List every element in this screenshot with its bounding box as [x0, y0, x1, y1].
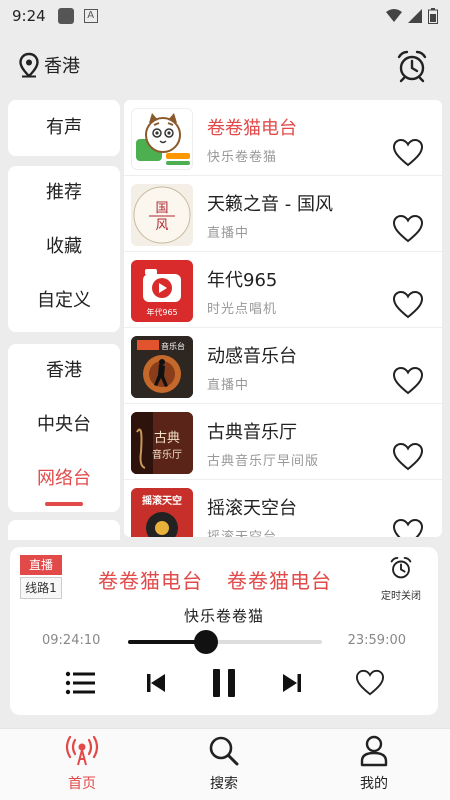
heart-icon [355, 669, 385, 696]
pause-icon [213, 669, 235, 697]
battery-icon [428, 8, 438, 24]
live-badge: 直播 [20, 555, 62, 575]
station-subtitle: 古典音乐厅早间版 [207, 454, 320, 469]
sidebar-item-network[interactable]: 网络台 [8, 452, 120, 506]
svg-text:古典: 古典 [154, 431, 180, 446]
skip-next-icon [283, 674, 301, 692]
sidebar-group-more [8, 520, 120, 540]
station-title: 古典音乐厅 [207, 422, 297, 443]
sleep-timer-label: 定时关闭 [381, 591, 421, 602]
station-thumbnail: 摇滚天空 [131, 488, 193, 537]
now-playing-subtitle: 快乐卷卷猫 [183, 607, 264, 625]
pause-button[interactable] [206, 665, 242, 701]
tab-profile[interactable]: 我的 [334, 735, 414, 793]
end-time: 23:59:00 [347, 633, 406, 648]
sleep-timer-button[interactable]: 定时关闭 [376, 555, 426, 602]
bottom-tab-bar: 首页 搜索 我的 [0, 728, 450, 800]
station-subtitle: 摇滚天空台 [207, 526, 277, 537]
next-button[interactable] [274, 665, 310, 701]
now-playing-title: 卷卷猫电台 卷卷猫电台 [98, 565, 356, 594]
svg-text:年代965: 年代965 [146, 307, 177, 317]
station-thumbnail: 国 风 [131, 184, 193, 246]
svg-text:音乐台: 音乐台 [161, 341, 185, 351]
status-time: 9:24 [12, 7, 46, 25]
station-subtitle: 直播中 [207, 378, 250, 393]
heart-icon[interactable] [392, 442, 424, 472]
now-playing-title-text: 卷卷猫电台 [98, 569, 203, 593]
previous-button[interactable] [138, 665, 174, 701]
station-row[interactable]: 国 风 天籁之音 - 国风 直播中 [124, 176, 442, 252]
heart-icon[interactable] [392, 214, 424, 244]
notification-icon [57, 8, 74, 24]
skip-previous-icon [147, 674, 165, 692]
favorite-button[interactable] [352, 665, 388, 701]
station-thumbnail: 音乐台 [131, 336, 193, 398]
station-title: 卷卷猫电台 [207, 118, 297, 139]
header: 香港 [0, 40, 450, 90]
status-bar: 9:24 A [0, 0, 450, 32]
station-row[interactable]: 古典 音乐厅 古典音乐厅 古典音乐厅早间版 [124, 404, 442, 480]
location-pin-icon [19, 52, 39, 78]
line-selector[interactable]: 线路1 [20, 577, 62, 599]
search-icon [209, 736, 239, 766]
tab-search[interactable]: 搜索 [184, 735, 264, 793]
signal-icon [408, 9, 422, 23]
sidebar-group-region: 香港 中央台 网络台 [8, 344, 120, 512]
station-title: 动感音乐台 [207, 346, 297, 367]
sidebar-item-hongkong[interactable]: 香港 [8, 344, 120, 398]
thumb-text-guofeng: 国 [155, 201, 168, 216]
sidebar-item-recommend[interactable]: 推荐 [8, 166, 120, 220]
sidebar-item-cctv[interactable]: 中央台 [8, 398, 120, 452]
station-row[interactable]: 年代965 年代965 时光点唱机 [124, 252, 442, 328]
station-row[interactable]: 摇滚天空 摇滚天空台 摇滚天空台 [124, 480, 442, 537]
alarm-clock-icon [397, 50, 427, 83]
heart-icon[interactable] [392, 366, 424, 396]
station-subtitle: 快乐卷卷猫 [207, 150, 278, 165]
sidebar-item-audio[interactable]: 有声 [8, 100, 120, 156]
now-playing-panel: 直播 线路1 卷卷猫电台 卷卷猫电台 定时关闭 快乐卷卷猫 09:24:10 23… [10, 547, 438, 715]
station-thumbnail: 古典 音乐厅 [131, 412, 193, 474]
alarm-clock-icon [390, 556, 412, 579]
location-selector[interactable]: 香港 [18, 52, 80, 78]
location-label: 香港 [44, 56, 80, 77]
now-playing-title-repeat: 卷卷猫电台 [227, 569, 332, 593]
progress-knob[interactable] [193, 630, 218, 654]
svg-text:音乐厅: 音乐厅 [152, 448, 182, 461]
station-list[interactable]: 卷卷猫电台 快乐卷卷猫 国 风 天籁之音 - 国风 直播中 年代965 年代96… [124, 100, 442, 537]
station-title: 天籁之音 - 国风 [207, 194, 333, 215]
station-subtitle: 直播中 [207, 226, 250, 241]
heart-icon[interactable] [392, 138, 424, 168]
tab-home[interactable]: 首页 [42, 735, 122, 793]
a-notification-icon: A [83, 9, 98, 23]
station-row[interactable]: 卷卷猫电台 快乐卷卷猫 [124, 100, 442, 176]
station-thumbnail: 年代965 [131, 260, 193, 322]
current-time: 09:24:10 [42, 633, 101, 648]
station-row[interactable]: 音乐台 动感音乐台 直播中 [124, 328, 442, 404]
sidebar-item-custom[interactable]: 自定义 [8, 274, 120, 328]
playlist-button[interactable] [62, 665, 98, 701]
station-title: 摇滚天空台 [207, 498, 297, 519]
tab-profile-label: 我的 [360, 776, 388, 792]
svg-text:风: 风 [155, 218, 168, 233]
radio-icon [65, 735, 99, 766]
tab-home-label: 首页 [68, 776, 96, 792]
active-indicator [45, 502, 83, 506]
station-title: 年代965 [207, 270, 278, 291]
sidebar-item-favorites[interactable]: 收藏 [8, 220, 120, 274]
progress-slider[interactable] [128, 630, 322, 654]
station-thumbnail [131, 108, 193, 170]
sidebar-group-personal: 推荐 收藏 自定义 [8, 166, 120, 332]
alarm-button[interactable] [394, 48, 430, 84]
wifi-icon [386, 9, 402, 22]
station-subtitle: 时光点唱机 [207, 302, 278, 317]
svg-text:摇滚天空: 摇滚天空 [142, 494, 182, 507]
list-icon [65, 671, 95, 695]
tab-search-label: 搜索 [210, 776, 238, 792]
user-icon [360, 735, 388, 767]
sidebar-group-audio: 有声 [8, 100, 120, 156]
heart-icon[interactable] [392, 290, 424, 320]
heart-icon[interactable] [392, 518, 424, 537]
